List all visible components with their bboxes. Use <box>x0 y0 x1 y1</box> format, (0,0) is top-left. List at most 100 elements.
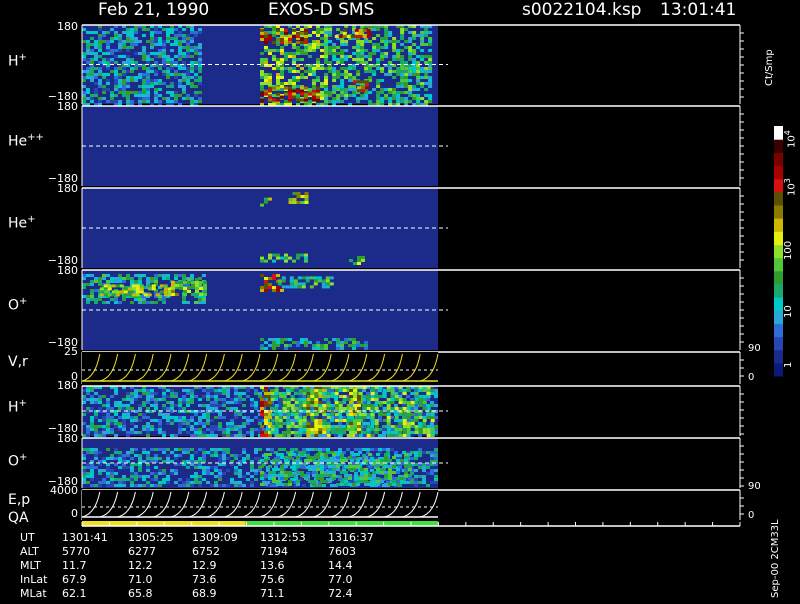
heatmap-cell <box>154 419 158 422</box>
heatmap-cell <box>400 73 405 76</box>
heatmap-cell <box>344 67 349 70</box>
heatmap-cell <box>334 407 339 410</box>
heatmap-cell <box>380 37 385 40</box>
heatmap-cell <box>268 422 272 425</box>
heatmap-cell <box>344 88 349 91</box>
heatmap-cell <box>98 46 102 49</box>
heatmap-cell <box>158 88 162 91</box>
heatmap-cell <box>288 201 293 204</box>
heatmap-cell <box>126 34 130 37</box>
heatmap-cell <box>238 395 242 398</box>
heatmap-cell <box>398 434 403 437</box>
heatmap-cell <box>146 79 150 82</box>
heatmap-cell <box>300 28 304 31</box>
heatmap-cell <box>110 395 114 398</box>
heatmap-cell <box>158 298 162 301</box>
heatmap-cell <box>320 55 324 58</box>
colorbar-segment <box>774 283 783 298</box>
heatmap-cell <box>308 468 312 471</box>
ephemeris-cell: 12.2 <box>128 559 153 572</box>
heatmap-cell <box>364 468 368 471</box>
heatmap-cell <box>82 283 86 286</box>
heatmap-cell <box>226 434 230 437</box>
heatmap-cell <box>270 395 275 398</box>
heatmap-cell <box>186 49 190 52</box>
heatmap-cell <box>194 73 198 76</box>
heatmap-cell <box>296 192 301 195</box>
heatmap-cell <box>430 434 435 437</box>
heatmap-cell <box>289 276 294 280</box>
heatmap-cell <box>268 344 272 347</box>
heatmap-cell <box>414 419 419 422</box>
heatmap-cell <box>86 274 90 277</box>
heatmap-cell <box>342 419 347 422</box>
heatmap-cell <box>374 398 379 401</box>
heatmap-cell <box>250 475 254 478</box>
heatmap-cell <box>110 97 114 100</box>
heatmap-cell <box>234 401 238 404</box>
heatmap-cell <box>260 483 264 486</box>
heatmap-cell <box>284 55 288 58</box>
heatmap-cell <box>146 428 150 431</box>
heatmap-cell <box>118 457 122 460</box>
heatmap-cell <box>190 457 194 460</box>
heatmap-cell <box>154 88 158 91</box>
heatmap-cell <box>264 434 268 437</box>
heatmap-cell <box>110 94 114 97</box>
heatmap-cell <box>410 398 414 401</box>
heatmap-cell <box>422 457 426 460</box>
heatmap-cell <box>293 282 298 286</box>
heatmap-cell <box>94 298 98 301</box>
heatmap-cell <box>340 91 345 94</box>
heatmap-cell <box>378 413 383 416</box>
heatmap-cell <box>264 76 268 79</box>
heatmap-cell <box>198 55 202 58</box>
heatmap-cell <box>182 76 186 79</box>
heatmap-cell <box>404 459 408 462</box>
heatmap-cell <box>386 413 391 416</box>
heatmap-cell <box>424 67 429 70</box>
heatmap-cell <box>356 73 361 76</box>
heatmap-cell <box>356 341 360 344</box>
heatmap-cell <box>190 70 194 73</box>
heatmap-cell <box>98 82 102 85</box>
heatmap-cell <box>102 419 106 422</box>
heatmap-cell <box>182 46 186 49</box>
heatmap-cell <box>106 401 110 404</box>
heatmap-cell <box>364 471 368 474</box>
heatmap-cell <box>342 395 347 398</box>
heatmap-cell <box>304 201 309 204</box>
heatmap-cell <box>162 40 166 43</box>
heatmap-cell <box>422 478 426 481</box>
heatmap-cell <box>398 389 403 392</box>
heatmap-cell <box>336 58 341 61</box>
heatmap-cell <box>288 483 292 486</box>
heatmap-cell <box>150 395 154 398</box>
heatmap-cell <box>404 453 408 456</box>
heatmap-cell <box>98 85 102 88</box>
heatmap-cell <box>278 413 283 416</box>
heatmap-cell <box>166 419 170 422</box>
heatmap-cell <box>170 404 174 407</box>
heatmap-cell <box>162 448 166 451</box>
heatmap-cell <box>310 398 315 401</box>
heatmap-cell <box>162 398 166 401</box>
heatmap-cell <box>420 82 425 85</box>
heatmap-cell <box>114 392 118 395</box>
heatmap-cell <box>364 61 369 64</box>
header-file: s0022104.ksp <box>522 0 642 20</box>
heatmap-cell <box>142 73 146 76</box>
heatmap-cell <box>312 40 316 43</box>
heatmap-cell <box>150 484 154 487</box>
heatmap-cell <box>338 419 343 422</box>
heatmap-cell <box>396 459 400 462</box>
heatmap-cell <box>118 425 122 428</box>
heatmap-cell <box>118 481 122 484</box>
heatmap-cell <box>406 428 411 431</box>
heatmap-cell <box>162 46 166 49</box>
heatmap-cell <box>410 431 415 434</box>
heatmap-cell <box>280 88 284 91</box>
heatmap-cell <box>162 82 166 85</box>
heatmap-cell <box>340 73 345 76</box>
heatmap-cell <box>418 466 422 469</box>
